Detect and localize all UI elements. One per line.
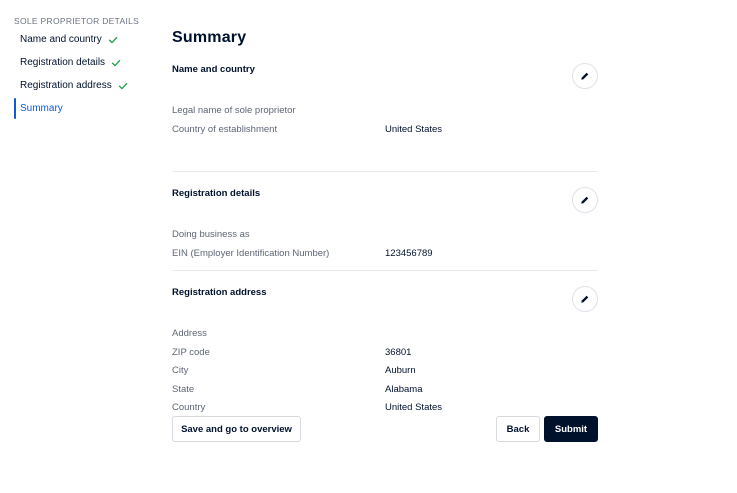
save-and-go-to-overview-button[interactable]: Save and go to overview bbox=[172, 416, 301, 442]
detail-label: Country bbox=[172, 402, 206, 413]
section-registration-details: Registration details Doing business as E… bbox=[172, 172, 598, 271]
sidebar-step-name-and-country[interactable]: Name and country bbox=[14, 28, 154, 51]
step-label: Name and country bbox=[20, 34, 102, 45]
step-label: Registration address bbox=[20, 80, 112, 91]
step-label: Registration details bbox=[20, 57, 106, 68]
sidebar-step-registration-details[interactable]: Registration details bbox=[14, 51, 154, 74]
step-label: Summary bbox=[20, 103, 63, 114]
detail-value: United States bbox=[385, 402, 443, 413]
detail-row: Doing business as bbox=[172, 226, 598, 245]
section-title: Registration address bbox=[172, 287, 267, 298]
back-button[interactable]: Back bbox=[496, 416, 540, 442]
detail-row: Address bbox=[172, 325, 598, 344]
detail-label: Doing business as bbox=[172, 229, 250, 240]
checkmark-icon bbox=[111, 59, 121, 66]
detail-row: ZIP code 36801 bbox=[172, 344, 598, 363]
checkmark-icon bbox=[118, 82, 128, 89]
detail-value: 123456789 bbox=[385, 247, 433, 259]
detail-value: Auburn bbox=[385, 365, 416, 376]
page-title: Summary bbox=[172, 29, 247, 46]
detail-label: State bbox=[172, 383, 195, 395]
detail-label: EIN (Employer Identification Number) bbox=[172, 247, 330, 259]
section-title: Name and country bbox=[172, 64, 255, 75]
form-footer: Save and go to overview Back Submit bbox=[172, 416, 598, 442]
detail-row: State Alabama bbox=[172, 381, 598, 400]
summary-panel: Summary Name and country Legal name of s… bbox=[172, 26, 598, 413]
detail-row: EIN (Employer Identification Number) 123… bbox=[172, 245, 598, 264]
section-title: Registration details bbox=[172, 188, 261, 199]
detail-value: 36801 bbox=[385, 346, 412, 358]
sidebar-step-summary[interactable]: Summary bbox=[14, 97, 154, 120]
detail-row: Country of establishment United States bbox=[172, 121, 598, 140]
step-sidebar: SOLE PROPRIETOR DETAILS Name and country… bbox=[14, 14, 154, 120]
edit-registration-address-button[interactable] bbox=[572, 286, 598, 312]
detail-label: Country of establishment bbox=[172, 123, 278, 135]
sidebar-title: SOLE PROPRIETOR DETAILS bbox=[14, 16, 140, 26]
detail-label: City bbox=[172, 365, 189, 376]
detail-value: United States bbox=[385, 123, 443, 135]
pencil-icon bbox=[581, 196, 589, 204]
detail-row: Legal name of sole proprietor bbox=[172, 102, 598, 121]
edit-registration-details-button[interactable] bbox=[572, 187, 598, 213]
pencil-icon bbox=[581, 295, 589, 303]
detail-label: Address bbox=[172, 328, 207, 339]
section-name-and-country: Name and country Legal name of sole prop… bbox=[172, 50, 598, 172]
checkmark-icon bbox=[108, 36, 118, 43]
detail-value: Alabama bbox=[385, 383, 423, 395]
detail-row: City Auburn bbox=[172, 362, 598, 381]
detail-row: Country United States bbox=[172, 399, 598, 418]
detail-label: ZIP code bbox=[172, 346, 210, 358]
section-registration-address: Registration address Address ZIP code 36… bbox=[172, 271, 598, 413]
detail-label: Legal name of sole proprietor bbox=[172, 105, 296, 116]
edit-name-and-country-button[interactable] bbox=[572, 63, 598, 89]
sidebar-step-registration-address[interactable]: Registration address bbox=[14, 74, 154, 97]
submit-button[interactable]: Submit bbox=[544, 416, 598, 442]
pencil-icon bbox=[581, 72, 589, 80]
